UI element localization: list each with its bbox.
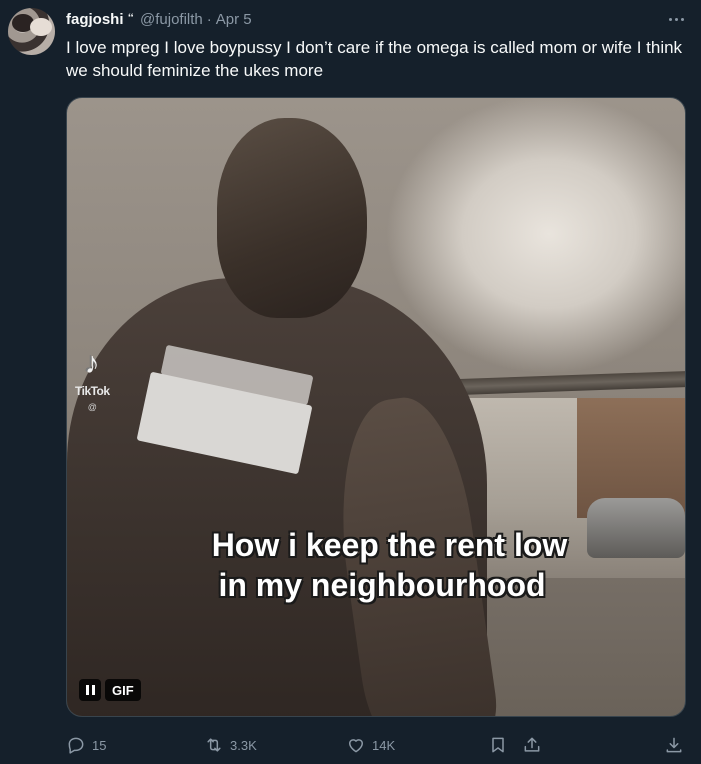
tweet-text: I love mpreg I love boypussy I don’t car… xyxy=(66,38,683,80)
action-bar: 15 3.3K 14K xyxy=(66,734,688,756)
heart-icon xyxy=(349,739,363,753)
download-icon xyxy=(666,737,682,753)
retweet-icon xyxy=(207,738,221,752)
like-count: 14K xyxy=(372,737,396,753)
window-frame-vertical xyxy=(685,98,686,716)
more-icon[interactable] xyxy=(665,8,687,30)
author-handle[interactable]: @fujofilth xyxy=(140,11,203,28)
reply-count: 15 xyxy=(92,737,107,753)
reply-button[interactable]: 15 xyxy=(66,734,106,756)
tweet[interactable]: fagjoshi 🙶 @fujofilth · Apr 5 I love mpr… xyxy=(0,0,701,764)
avatar[interactable] xyxy=(8,8,55,55)
tiktok-watermark: ♪ TikTok @ xyxy=(75,347,110,413)
tweet-media-gif[interactable]: ♪ TikTok @ How i keep the rent low in my… xyxy=(66,97,686,717)
bookmark-button[interactable] xyxy=(488,734,508,756)
pause-icon[interactable] xyxy=(79,679,101,701)
gif-badge: GIF xyxy=(105,679,141,701)
caption-line: How i keep the rent low xyxy=(211,527,568,563)
bookmark-icon xyxy=(492,737,504,753)
retweet-count: 3.3K xyxy=(230,737,257,753)
tweet-date[interactable]: Apr 5 xyxy=(216,11,252,28)
caption-line: in my neighbourhood xyxy=(218,567,546,603)
tiktok-logo-icon: ♪ xyxy=(84,347,100,380)
like-button[interactable]: 14K xyxy=(346,734,395,756)
share-button[interactable] xyxy=(522,734,542,756)
share-icon xyxy=(524,737,540,752)
person-head xyxy=(217,118,367,318)
retweet-button[interactable]: 3.3K xyxy=(204,734,257,756)
tiktok-user: @ xyxy=(87,402,97,412)
author-name[interactable]: fagjoshi xyxy=(66,11,124,28)
author-badge-icon: 🙶 xyxy=(127,11,135,26)
tiktok-name: TikTok xyxy=(75,384,110,398)
gif-caption: How i keep the rent low in my neighbourh… xyxy=(67,525,685,605)
tweet-header: fagjoshi 🙶 @fujofilth · Apr 5 xyxy=(66,8,252,30)
reply-icon xyxy=(68,737,84,754)
download-button[interactable] xyxy=(664,734,684,756)
gif-controls: GIF xyxy=(79,679,141,701)
separator-dot: · xyxy=(206,10,212,28)
